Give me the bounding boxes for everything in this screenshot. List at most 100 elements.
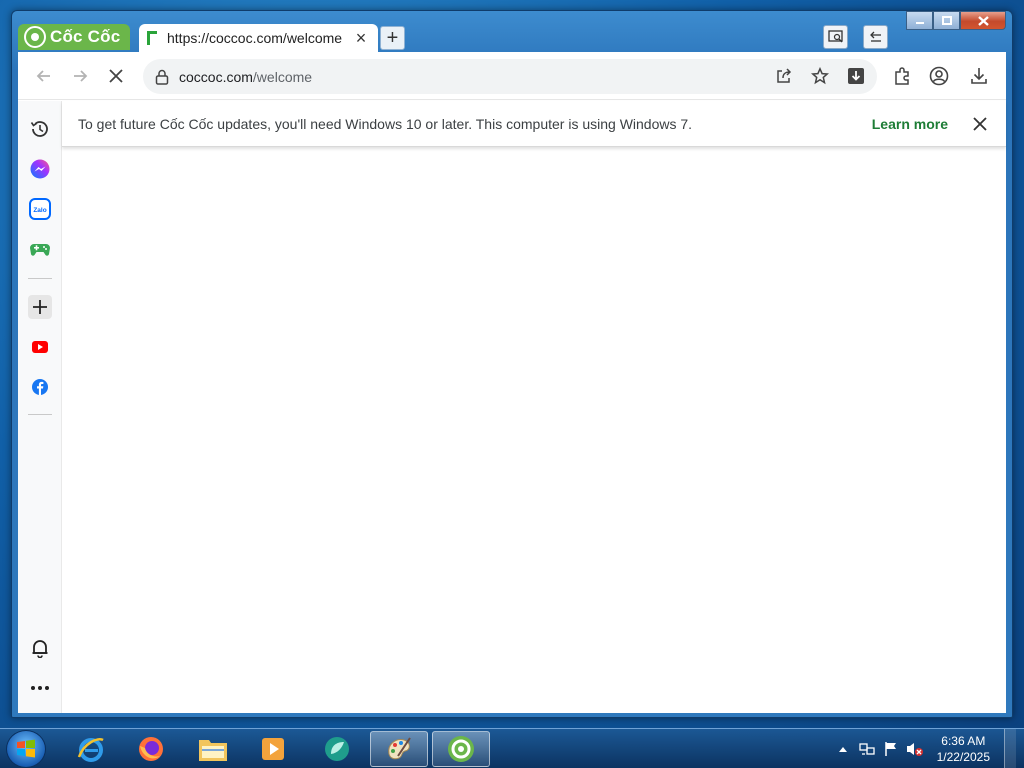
facebook-icon xyxy=(32,379,48,395)
sidebar-add-button[interactable] xyxy=(28,295,52,319)
messenger-icon xyxy=(30,159,50,179)
browser-window: Cốc Cốc https://coccoc.com/welcome × + c… xyxy=(11,10,1013,718)
window-controls xyxy=(906,11,1006,30)
arrow-left-icon xyxy=(36,70,50,82)
download-icon xyxy=(971,68,987,84)
brand-name: Cốc Cốc xyxy=(50,27,121,46)
flag-icon xyxy=(884,742,896,756)
maximize-button[interactable] xyxy=(933,11,960,30)
sidebar-item-youtube[interactable] xyxy=(28,335,52,359)
bookmark-button[interactable] xyxy=(809,65,831,87)
star-icon xyxy=(811,67,829,85)
maximize-icon xyxy=(941,15,952,25)
toolbar: coccoc.com/welcome xyxy=(18,52,1006,100)
sidebar-item-history[interactable] xyxy=(28,117,52,141)
learn-more-link[interactable]: Learn more xyxy=(872,116,948,132)
save-page-button[interactable] xyxy=(845,65,867,87)
file-explorer-icon xyxy=(199,740,227,761)
gamepad-icon xyxy=(30,244,50,256)
minimize-icon xyxy=(915,21,924,24)
show-desktop-button[interactable] xyxy=(1004,729,1016,768)
taskbar-file-explorer[interactable] xyxy=(184,731,242,767)
account-icon xyxy=(929,66,949,86)
coccoc-icon xyxy=(448,736,474,762)
more-horizontal-icon xyxy=(31,686,49,690)
firefox-icon xyxy=(139,737,163,761)
network-tray-button[interactable] xyxy=(858,740,876,758)
screenshot-search-button[interactable] xyxy=(823,25,848,49)
internet-explorer-icon xyxy=(77,738,104,762)
taskbar: 6:36 AM 1/22/2025 xyxy=(0,728,1024,768)
back-button[interactable] xyxy=(32,64,56,88)
url-path: /welcome xyxy=(252,68,313,85)
downloads-button[interactable] xyxy=(967,64,991,88)
sidebar-more-button[interactable] xyxy=(28,676,52,700)
svg-text:Zalo: Zalo xyxy=(33,207,46,214)
sidebar-item-messenger[interactable] xyxy=(28,157,52,181)
clock-date: 1/22/2025 xyxy=(936,750,990,764)
taskbar-media-player[interactable] xyxy=(244,731,302,767)
download-box-icon xyxy=(848,68,864,84)
network-icon xyxy=(858,743,875,755)
bell-icon xyxy=(32,640,48,658)
close-icon xyxy=(977,15,989,26)
app-icon xyxy=(325,737,349,761)
side-panel-button[interactable] xyxy=(863,25,888,49)
media-player-icon xyxy=(262,738,284,760)
stop-loading-button[interactable] xyxy=(104,64,128,88)
minimize-button[interactable] xyxy=(906,11,933,30)
sidebar-item-games[interactable] xyxy=(28,237,52,261)
coccoc-logo-icon xyxy=(24,26,46,48)
tab-favicon-icon xyxy=(147,31,157,45)
sidebar-item-notifications[interactable] xyxy=(28,636,52,660)
taskbar-coccoc[interactable] xyxy=(432,731,490,767)
windows-logo-icon xyxy=(17,739,35,758)
update-infobar: To get future Cốc Cốc updates, you'll ne… xyxy=(62,101,1006,147)
volume-tray-button[interactable] xyxy=(906,740,924,758)
browser-content: coccoc.com/welcome Zalo To get future Cố… xyxy=(18,52,1006,713)
clock-time: 6:36 AM xyxy=(941,734,986,748)
tab-close-icon[interactable]: × xyxy=(352,28,370,49)
extensions-button[interactable] xyxy=(890,64,914,88)
infobar-close-button[interactable] xyxy=(970,114,990,134)
arrow-right-icon xyxy=(74,70,88,82)
profile-button[interactable] xyxy=(927,64,951,88)
share-icon xyxy=(777,68,792,83)
show-hidden-icons-button[interactable] xyxy=(834,740,852,758)
taskbar-app[interactable] xyxy=(308,731,366,767)
plus-icon xyxy=(33,300,47,314)
url-text: coccoc.com/welcome xyxy=(179,69,312,85)
sidebar-item-facebook[interactable] xyxy=(28,375,52,399)
new-tab-button[interactable]: + xyxy=(380,26,405,50)
share-button[interactable] xyxy=(773,65,795,87)
sidebar-item-zalo[interactable]: Zalo xyxy=(28,197,52,221)
taskbar-firefox[interactable] xyxy=(122,731,180,767)
puzzle-icon xyxy=(895,67,909,85)
zalo-icon: Zalo xyxy=(29,198,51,220)
sidebar: Zalo xyxy=(18,101,62,713)
youtube-icon xyxy=(32,341,48,353)
start-button[interactable] xyxy=(6,730,46,768)
chevron-up-icon xyxy=(838,747,847,752)
history-icon xyxy=(30,121,48,137)
url-host: coccoc.com xyxy=(179,68,253,85)
action-center-tray-button[interactable] xyxy=(882,740,900,758)
address-bar[interactable]: coccoc.com/welcome xyxy=(143,59,877,94)
taskbar-paint[interactable] xyxy=(370,731,428,767)
coccoc-menu-button[interactable]: Cốc Cốc xyxy=(18,24,130,50)
system-tray: 6:36 AM 1/22/2025 xyxy=(831,729,1016,768)
close-window-button[interactable] xyxy=(960,11,1006,30)
search-window-icon xyxy=(827,30,843,43)
infobar-message: To get future Cốc Cốc updates, you'll ne… xyxy=(78,115,693,132)
stop-icon xyxy=(109,69,123,83)
tab-title: https://coccoc.com/welcome xyxy=(167,30,343,46)
taskbar-internet-explorer[interactable] xyxy=(62,731,120,767)
paint-icon xyxy=(388,737,411,760)
lock-icon xyxy=(155,69,169,85)
volume-muted-icon xyxy=(906,743,923,756)
tab-welcome[interactable]: https://coccoc.com/welcome × xyxy=(139,24,378,52)
close-icon xyxy=(973,116,987,131)
forward-button[interactable] xyxy=(68,64,92,88)
taskbar-clock[interactable]: 6:36 AM 1/22/2025 xyxy=(937,733,990,765)
sidebar-divider xyxy=(28,414,52,415)
